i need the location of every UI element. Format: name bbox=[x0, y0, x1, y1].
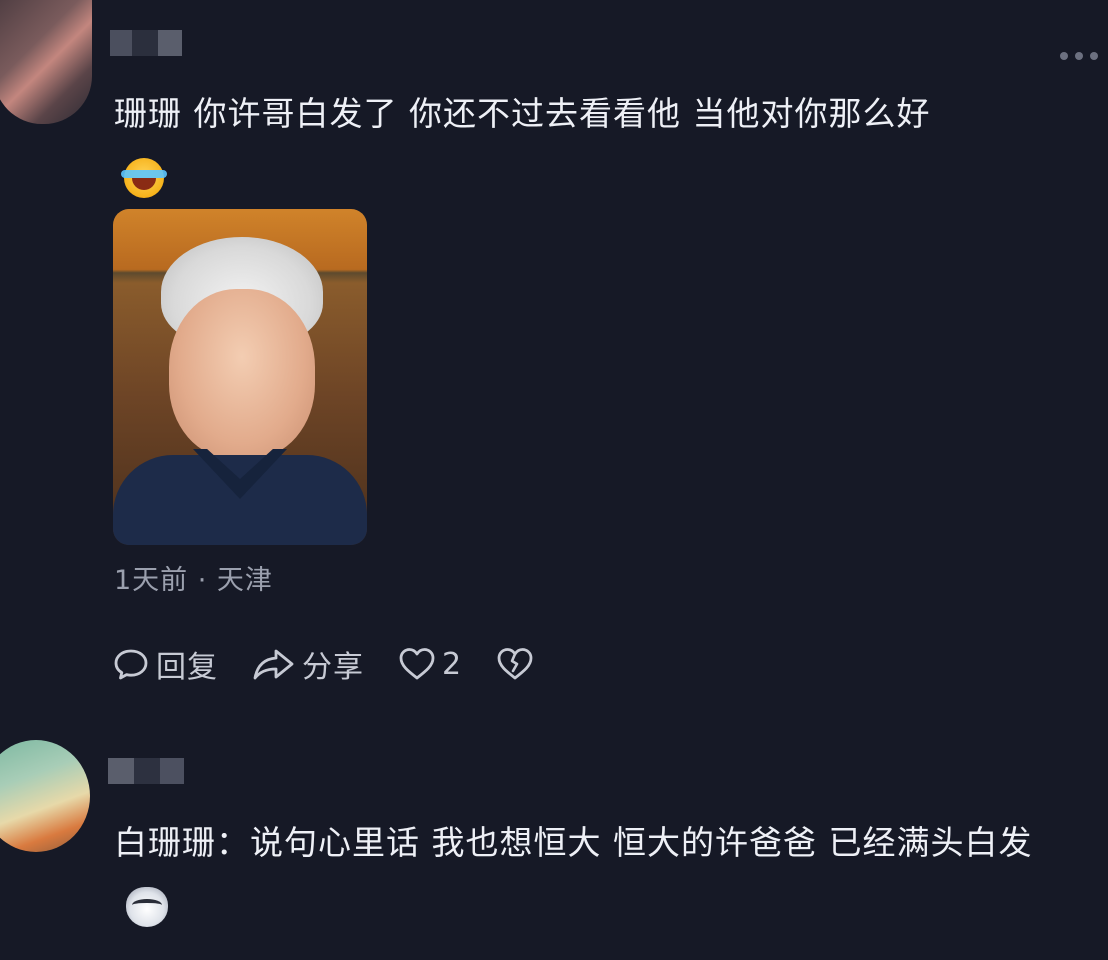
like-count: 2 bbox=[442, 646, 463, 682]
comment-meta: 1天前 · 天津 bbox=[114, 565, 273, 596]
share-button[interactable]: 分享 bbox=[252, 642, 364, 686]
comment-text: 珊珊 你许哥白发了 你还不过去看看他 当他对你那么好 bbox=[114, 83, 1074, 208]
share-icon bbox=[253, 649, 294, 680]
avatar[interactable] bbox=[0, 0, 92, 124]
reply-icon bbox=[114, 649, 148, 680]
more-options-icon[interactable] bbox=[1060, 52, 1098, 60]
laughing-crying-emoji-icon bbox=[121, 158, 167, 199]
comment-item: 珊珊 你许哥白发了 你还不过去看看他 当他对你那么好 1天前 · 天津 回复 分… bbox=[0, 0, 1108, 720]
broken-heart-icon bbox=[497, 648, 533, 680]
username[interactable] bbox=[110, 30, 182, 56]
dislike-button[interactable] bbox=[496, 646, 540, 682]
username[interactable] bbox=[108, 758, 184, 784]
comment-image[interactable] bbox=[113, 209, 367, 545]
comment-actions: 回复 分享 2 bbox=[112, 642, 574, 686]
avatar[interactable] bbox=[0, 740, 90, 852]
reply-button[interactable]: 回复 bbox=[112, 642, 218, 686]
heart-icon bbox=[399, 648, 435, 680]
cat-emoji-icon bbox=[126, 887, 168, 928]
comment-text: 白珊珊：说句心里话 我也想恒大 恒大的许爸爸 已经满头白发 bbox=[114, 812, 1094, 937]
like-button[interactable]: 2 bbox=[398, 646, 462, 682]
